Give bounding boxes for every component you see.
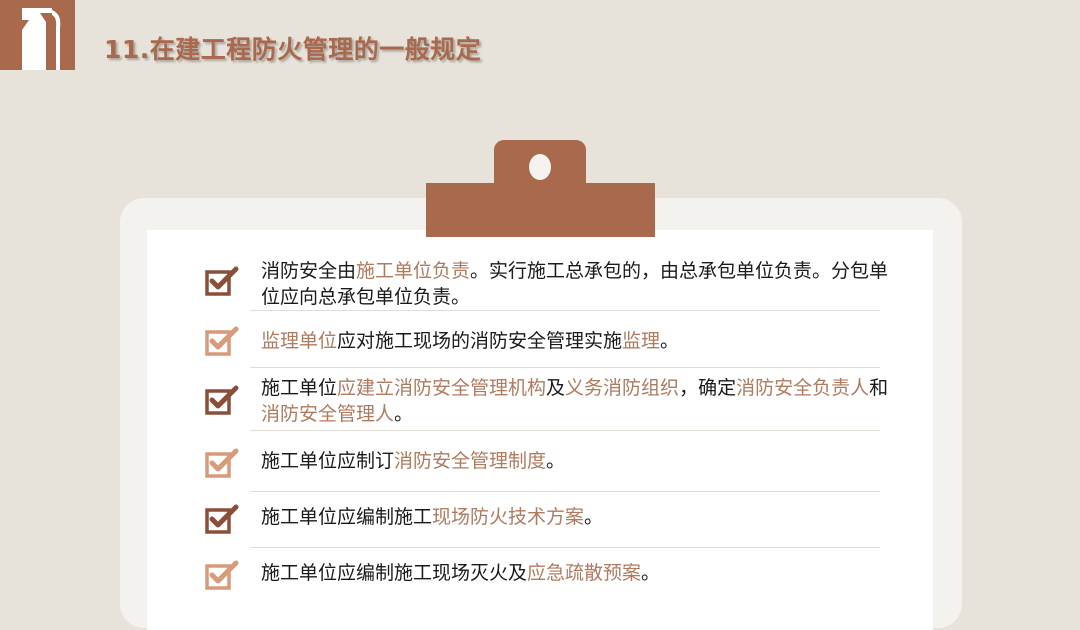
- divider: [250, 491, 880, 492]
- checkbox-checked-icon: [205, 448, 239, 478]
- text-segment: 。: [660, 330, 680, 352]
- text-segment: 。: [641, 562, 661, 584]
- text-segment: 施工单位应编制施工: [261, 506, 433, 528]
- fire-extinguisher-icon: [22, 8, 61, 70]
- highlighted-phrase: 消防安全负责人: [736, 377, 870, 399]
- divider: [250, 547, 880, 548]
- text-segment: 和: [869, 377, 889, 399]
- highlighted-phrase: 应急疏散预案: [527, 562, 642, 584]
- highlighted-phrase: 消防安全管理制度: [394, 450, 547, 472]
- highlighted-phrase: 消防安全管理人: [261, 403, 395, 425]
- text-segment: 。: [394, 403, 414, 425]
- clipboard-clip-hole: [529, 154, 551, 180]
- checklist-item-text: 施工单位应编制施工现场防火技术方案。: [261, 504, 891, 530]
- text-segment: 施工单位: [261, 377, 338, 399]
- highlighted-phrase: 监理单位: [261, 330, 338, 352]
- checklist-item-text: 施工单位应制订消防安全管理制度。: [261, 448, 891, 474]
- text-segment: 应对施工现场的消防安全管理实施: [337, 330, 623, 352]
- highlighted-phrase: 义务消防组织: [565, 377, 680, 399]
- checklist-item-text: 消防安全由施工单位负责。实行施工总承包的，由总承包单位负责。分包单位应向总承包单…: [261, 258, 891, 310]
- checkbox-checked-icon: [205, 504, 239, 534]
- text-segment: 施工单位应制订: [261, 450, 395, 472]
- divider: [250, 367, 880, 368]
- checkbox-checked-icon: [205, 266, 239, 296]
- logo-block: [0, 0, 75, 70]
- clipboard-clip-bar: [426, 183, 655, 237]
- highlighted-phrase: 施工单位负责: [356, 260, 471, 282]
- text-segment: ，确定: [679, 377, 737, 399]
- page-title: 11.在建工程防火管理的一般规定: [104, 35, 482, 64]
- checklist-item-text: 监理单位应对施工现场的消防安全管理实施监理。: [261, 328, 891, 354]
- checklist-item-text: 施工单位应建立消防安全管理机构及义务消防组织，确定消防安全负责人和消防安全管理人…: [261, 375, 891, 427]
- text-segment: 消防安全由: [261, 260, 357, 282]
- checkbox-checked-icon: [205, 385, 239, 415]
- divider: [250, 430, 880, 431]
- checkbox-checked-icon: [205, 560, 239, 590]
- divider: [250, 310, 880, 311]
- text-segment: 施工单位应编制施工现场灭火及: [261, 562, 528, 584]
- text-segment: 及: [546, 377, 566, 399]
- text-segment: 。: [584, 506, 604, 528]
- highlighted-phrase: 应建立消防安全管理机构: [337, 377, 547, 399]
- highlighted-phrase: 现场防火技术方案: [432, 506, 585, 528]
- checkbox-checked-icon: [205, 326, 239, 356]
- highlighted-phrase: 监理: [622, 330, 661, 352]
- text-segment: 。: [546, 450, 566, 472]
- checklist-item-text: 施工单位应编制施工现场灭火及应急疏散预案。: [261, 560, 891, 586]
